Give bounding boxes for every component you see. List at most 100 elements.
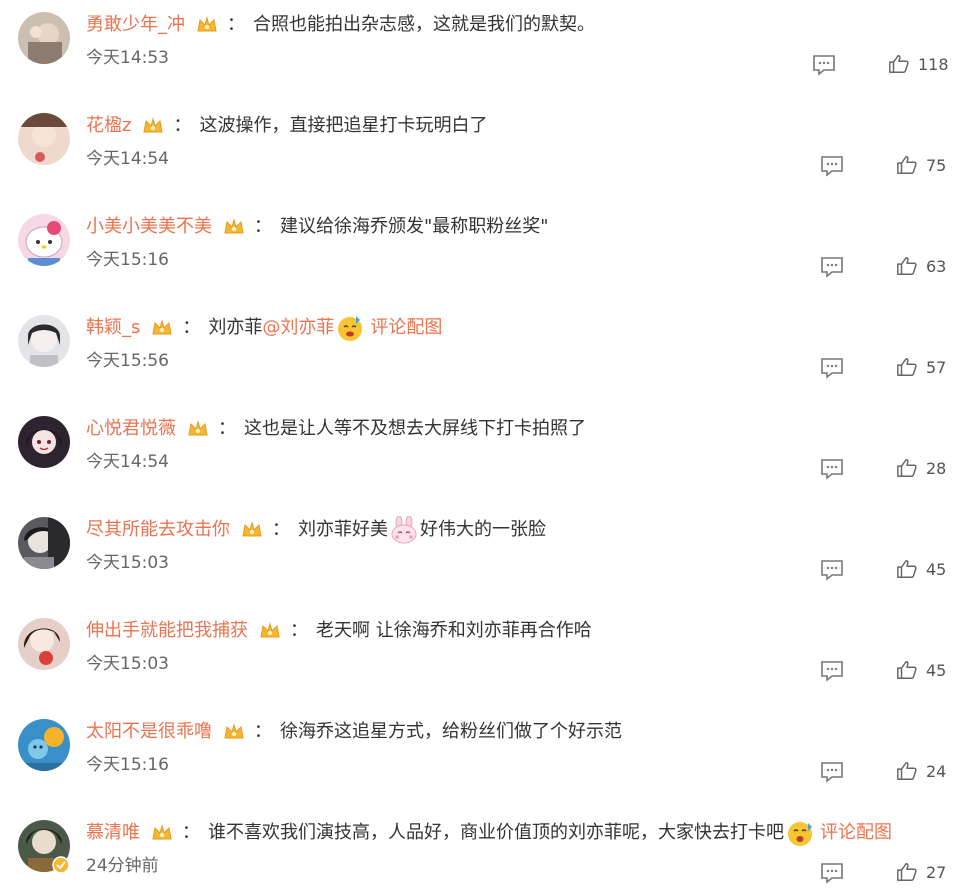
comment-time: 今天15:16 [86,755,169,775]
comment-item: 花楹z ： 这波操作，直接把追星打卡玩明白了 今天14:54 75 [0,101,960,202]
username[interactable]: 尽其所能去攻击你 [86,515,230,545]
like-button[interactable]: 118 [888,50,949,78]
username[interactable]: 心悦君悦薇 [86,414,176,444]
crown-icon [195,13,219,37]
username[interactable]: 勇敢少年_冲 [86,10,185,40]
comment-item: 心悦君悦薇 ： 这也是让人等不及想去大屏线下打卡拍照了 今天14:54 28 [0,404,960,505]
thumbs-up-icon [897,459,917,477]
like-count: 45 [926,559,947,579]
avatar[interactable] [18,517,70,569]
like-button[interactable]: 63 [896,252,946,280]
crown-icon [258,619,282,643]
comment-list: 勇敢少年_冲 ： 合照也能拍出杂志感，这就是我们的默契。 今天14:53 118 [0,0,960,889]
crown-icon [240,518,264,542]
comment-item: 太阳不是很乖噜 ： 徐海乔这追星方式，给粉丝们做了个好示范 今天15:16 24 [0,707,960,808]
comment-icon [821,156,843,177]
verified-badge-icon [52,856,70,874]
comment-text: 合照也能拍出杂志感，这就是我们的默契。 [253,14,595,35]
reply-button[interactable] [820,660,844,682]
like-count: 28 [926,458,947,478]
comment-item: 伸出手就能把我捕获 ： 老天啊 让徐海乔和刘亦菲再合作哈 今天15:03 45 [0,606,960,707]
comment-icon [821,863,843,884]
like-count: 45 [926,660,947,680]
comment-icon [813,55,835,76]
username[interactable]: 韩颖_s [86,313,140,343]
comment-item: 慕清唯 ： 谁不喜欢我们演技高，人品好，商业价值顶的刘亦菲呢，大家快去打卡吧 评… [0,808,960,889]
avatar[interactable] [18,214,70,266]
thumbs-up-icon [897,358,917,376]
like-button[interactable]: 57 [896,353,946,381]
comment-icon [821,560,843,581]
comment-icon [821,257,843,278]
reply-button[interactable] [820,862,844,884]
avatar[interactable] [18,12,70,64]
username[interactable]: 慕清唯 [86,818,140,848]
avatar[interactable] [18,416,70,468]
comment-icon [821,661,843,682]
comment-text: 这也是让人等不及想去大屏线下打卡拍照了 [244,418,586,439]
reply-button[interactable] [820,458,844,480]
avatar[interactable] [18,719,70,771]
reply-button[interactable] [820,761,844,783]
comment-icon [821,358,843,379]
comment-time: 今天14:54 [86,149,169,169]
comment-image-link[interactable]: 评论配图 [820,818,892,848]
comment-text-after: 好伟大的一张脸 [420,519,546,540]
comment-icon [821,762,843,783]
comment-time: 今天15:16 [86,250,169,270]
like-count: 24 [926,761,947,781]
comment-icon [821,459,843,480]
like-button[interactable]: 28 [896,454,946,482]
like-button[interactable]: 45 [896,555,946,583]
avatar[interactable] [18,618,70,670]
comment-time: 今天15:56 [86,351,169,371]
username[interactable]: 小美小美美不美 [86,212,212,242]
comment-item: 尽其所能去攻击你 ： 刘亦菲好美 好伟大的一张脸 今天15:03 45 [0,505,960,606]
thumbs-up-icon [889,55,909,73]
mention-link[interactable]: @刘亦菲 [262,313,334,343]
crown-icon [150,821,174,845]
comment-time: 今天15:03 [86,553,169,573]
comment-item: 小美小美美不美 ： 建议给徐海乔颁发"最称职粉丝奖" 今天15:16 63 [0,202,960,303]
like-button[interactable]: 24 [896,757,946,785]
like-button[interactable]: 27 [896,858,946,886]
bunny-emoji-icon [390,515,418,544]
reply-button[interactable] [820,256,844,278]
comment-text: 刘亦菲 [208,317,263,338]
comment-text: 谁不喜欢我们演技高，人品好，商业价值顶的刘亦菲呢，大家快去打卡吧 [208,822,784,843]
crown-icon [150,316,174,340]
like-button[interactable]: 45 [896,656,946,684]
comment-item: 勇敢少年_冲 ： 合照也能拍出杂志感，这就是我们的默契。 今天14:53 118 [0,0,960,101]
comment-text: 徐海乔这追星方式，给粉丝们做了个好示范 [280,721,622,742]
like-button[interactable]: 75 [896,151,946,179]
emoji-icon [786,819,814,847]
comment-image-link[interactable]: 评论配图 [370,313,442,343]
comment-text: 建议给徐海乔颁发"最称职粉丝奖" [280,216,549,237]
emoji-icon [336,314,364,342]
like-count: 63 [926,256,947,276]
thumbs-up-icon [897,863,917,881]
reply-button[interactable] [820,559,844,581]
reply-button[interactable] [820,357,844,379]
thumbs-up-icon [897,156,917,174]
comment-time: 今天15:03 [86,654,169,674]
crown-icon [141,114,165,138]
avatar[interactable] [18,113,70,165]
comment-time: 今天14:54 [86,452,169,472]
username[interactable]: 伸出手就能把我捕获 [86,616,248,646]
like-count: 27 [926,862,947,882]
thumbs-up-icon [897,762,917,780]
reply-button[interactable] [812,54,836,76]
crown-icon [222,720,246,744]
username[interactable]: 太阳不是很乖噜 [86,717,212,747]
comment-text: 刘亦菲好美 [298,519,388,540]
thumbs-up-icon [897,661,917,679]
thumbs-up-icon [897,257,917,275]
comment-time: 今天14:53 [86,48,169,68]
crown-icon [222,215,246,239]
comment-text: 老天啊 让徐海乔和刘亦菲再合作哈 [316,620,592,641]
username[interactable]: 花楹z [86,111,131,141]
avatar[interactable] [18,315,70,367]
reply-button[interactable] [820,155,844,177]
thumbs-up-icon [897,560,917,578]
